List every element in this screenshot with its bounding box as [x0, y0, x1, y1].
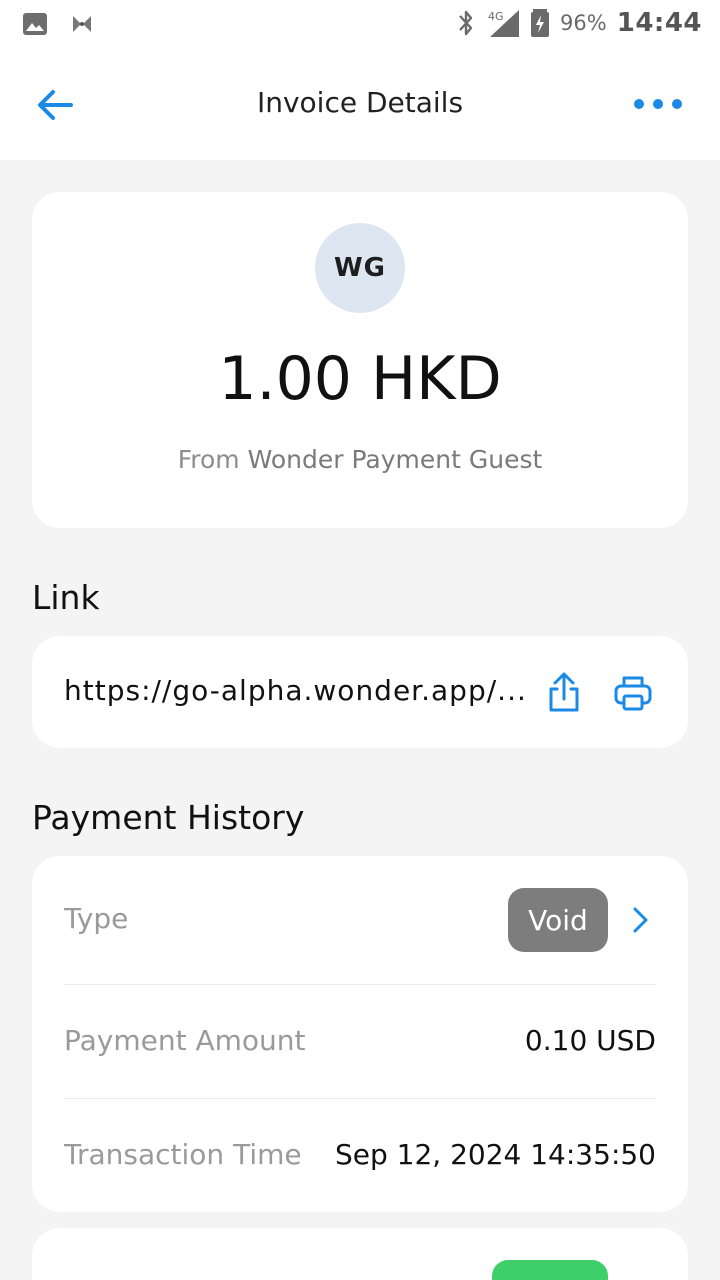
- battery-percentage: 96%: [560, 11, 607, 35]
- svg-text:4G: 4G: [488, 10, 504, 23]
- image-icon: [23, 13, 47, 35]
- status-time: 14:44: [616, 8, 702, 38]
- invoice-summary-card: WG 1.00 HKD From Wonder Payment Guest: [32, 192, 688, 528]
- signal-icon: 4G: [488, 10, 520, 37]
- share-icon: [549, 672, 579, 712]
- payment-amount-label: Payment Amount: [64, 1024, 306, 1057]
- bluetooth-icon: [459, 10, 473, 36]
- app-bar: Invoice Details: [0, 52, 720, 160]
- link-section-title: Link: [32, 578, 100, 617]
- payment-amount-value: 0.10 USD: [524, 1024, 656, 1057]
- payer-name: Wonder Payment Guest: [247, 445, 543, 474]
- from-prefix: From: [177, 445, 240, 474]
- print-button[interactable]: [612, 672, 654, 714]
- payment-history-title: Payment History: [32, 798, 305, 837]
- row-divider: [64, 1098, 656, 1099]
- success-badge: [492, 1260, 608, 1280]
- payment-amount-row: Payment Amount 0.10 USD: [64, 1024, 656, 1064]
- status-badge: Void: [508, 888, 608, 952]
- print-icon: [614, 676, 652, 711]
- row-divider: [64, 984, 656, 985]
- battery-charging-icon: [531, 9, 550, 37]
- page-title: Invoice Details: [256, 86, 464, 119]
- status-right-icons: 4G 96% 14:44: [456, 8, 702, 38]
- app-notification-icon: [73, 16, 91, 32]
- more-options-button[interactable]: [630, 88, 686, 120]
- invoice-amount: 1.00 HKD: [218, 344, 502, 414]
- payment-history-card: Type Void Payment Amount 0.10 USD Transa…: [32, 856, 688, 1212]
- invoice-link[interactable]: https://go-alpha.wonder.app/...: [64, 674, 530, 707]
- status-left-icons: [22, 12, 94, 36]
- share-button[interactable]: [544, 670, 584, 714]
- transaction-time-label: Transaction Time: [64, 1138, 302, 1171]
- avatar: WG: [315, 223, 405, 313]
- chevron-right-icon[interactable]: [628, 906, 652, 934]
- transaction-time-row: Transaction Time Sep 12, 2024 14:35:50: [64, 1138, 656, 1178]
- transaction-time-value: Sep 12, 2024 14:35:50: [334, 1138, 656, 1171]
- type-label: Type: [64, 902, 129, 935]
- link-card: https://go-alpha.wonder.app/...: [32, 636, 688, 748]
- from-line: From Wonder Payment Guest: [32, 445, 688, 474]
- payment-history-card-next: [32, 1228, 688, 1280]
- payment-type-row[interactable]: Type Void: [64, 888, 656, 952]
- status-bar: 4G 96% 14:44: [0, 0, 720, 52]
- more-horizontal-icon: [634, 99, 682, 109]
